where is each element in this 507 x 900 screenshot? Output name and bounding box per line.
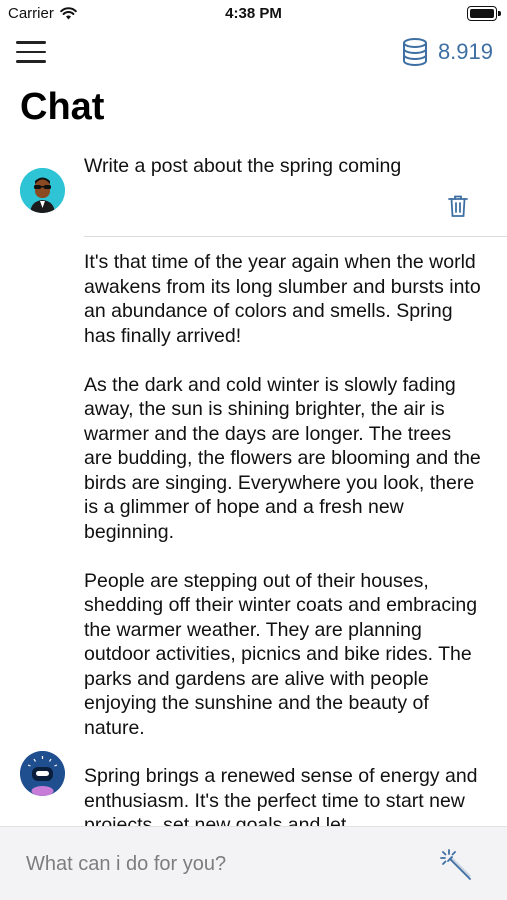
menu-button[interactable] xyxy=(16,41,46,65)
status-bar: Carrier 4:38 PM xyxy=(0,0,507,28)
nav-bar: 8.919 xyxy=(0,34,507,74)
robot-icon xyxy=(20,751,65,796)
battery-icon xyxy=(467,6,501,21)
assistant-message: It's that time of the year again when th… xyxy=(84,251,481,739)
status-time: 4:38 PM xyxy=(225,5,282,22)
magic-wand-icon xyxy=(440,849,471,880)
person-icon xyxy=(20,168,65,213)
user-avatar xyxy=(20,168,65,213)
credits-value: 8.919 xyxy=(437,39,493,64)
bot-avatar xyxy=(20,751,65,796)
message-divider xyxy=(84,236,507,237)
coins-stack-icon xyxy=(402,38,427,66)
user-message: Write a post about the spring coming xyxy=(84,155,402,177)
send-button[interactable] xyxy=(439,848,473,882)
assistant-message-2: Spring brings a renewed sense of energy … xyxy=(84,765,483,826)
hamburger-icon xyxy=(16,41,46,44)
delete-button[interactable] xyxy=(447,194,469,218)
prompt-input[interactable] xyxy=(26,849,406,879)
trash-icon xyxy=(448,195,468,217)
chat-thread[interactable]: Write a post about the spring coming It'… xyxy=(0,140,507,826)
credits-display[interactable]: 8.919 xyxy=(402,38,493,66)
page-title: Chat xyxy=(20,86,105,128)
input-bar xyxy=(0,826,507,900)
